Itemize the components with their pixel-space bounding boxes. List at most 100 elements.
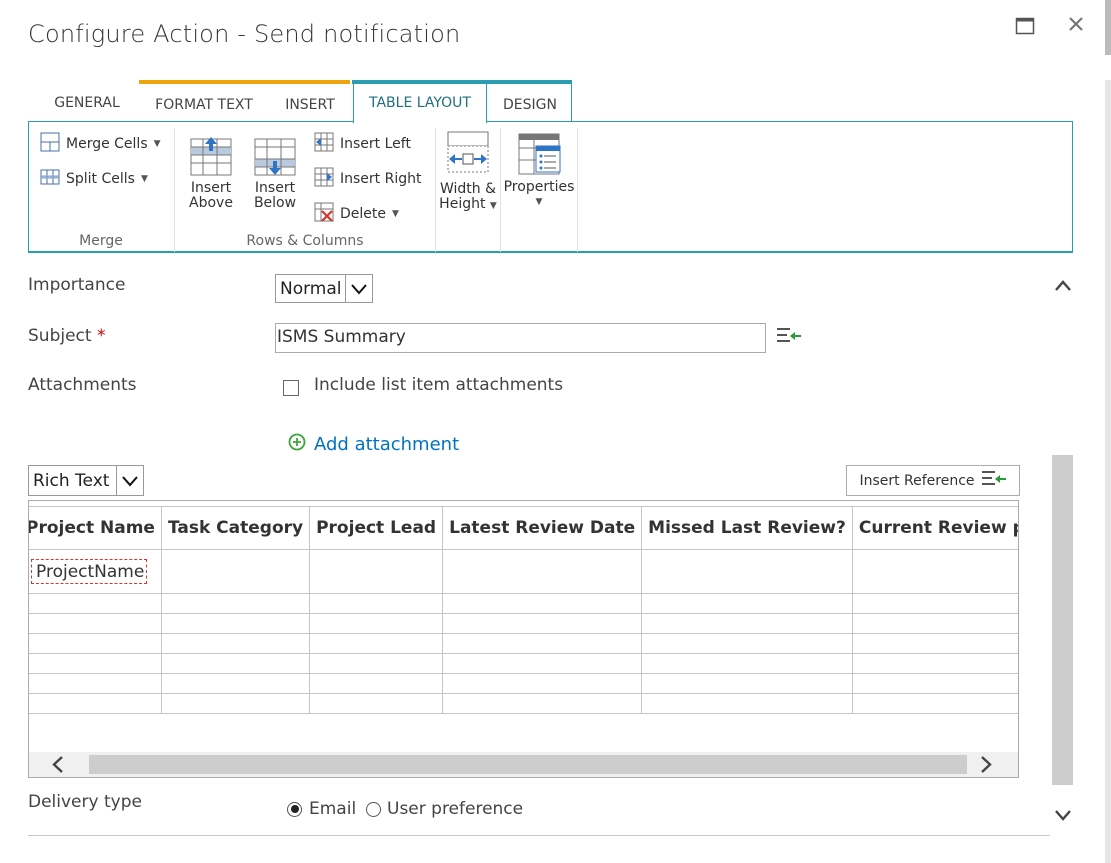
chevron-up-icon[interactable] — [1052, 275, 1074, 299]
table-cell[interactable] — [442, 693, 643, 714]
table-cell[interactable] — [29, 613, 162, 634]
table-cell[interactable] — [442, 673, 643, 694]
table-header-missed-last-review[interactable]: Missed Last Review? — [641, 506, 853, 550]
email-radio[interactable] — [287, 801, 302, 817]
importance-value: Normal — [280, 278, 342, 299]
insert-right-button[interactable]: Insert Right — [314, 167, 421, 191]
table-row — [29, 593, 1018, 614]
table-cell[interactable] — [641, 693, 853, 714]
table-cell[interactable] — [641, 549, 853, 594]
table-cell[interactable] — [29, 593, 162, 614]
table-cell[interactable] — [851, 633, 1018, 654]
body-table[interactable]: Project Name Task Category Project Lead … — [29, 506, 1018, 714]
table-cell[interactable] — [29, 693, 162, 714]
table-cell[interactable] — [160, 633, 311, 654]
table-cell[interactable] — [442, 593, 643, 614]
width-height-button[interactable]: Width & Height ▼ — [437, 130, 499, 214]
add-attachment-link[interactable]: Add attachment — [288, 433, 459, 455]
table-header-latest-review-date[interactable]: Latest Review Date — [442, 506, 643, 550]
table-cell[interactable] — [851, 653, 1018, 674]
scrollbar-thumb[interactable] — [89, 755, 967, 774]
table-cell[interactable] — [309, 653, 444, 674]
insert-above-label-2: Above — [189, 195, 233, 211]
insert-reference-button[interactable]: Insert Reference — [846, 465, 1020, 496]
chevron-right-icon[interactable] — [979, 752, 993, 777]
table-cell[interactable]: ProjectName — [29, 549, 162, 594]
table-cell[interactable] — [160, 549, 311, 594]
table-cell[interactable] — [442, 633, 643, 654]
chevron-down-icon: ▼ — [153, 139, 161, 149]
subject-input[interactable]: ISMS Summary — [275, 323, 766, 353]
table-cell[interactable] — [160, 653, 311, 674]
table-header-task-category[interactable]: Task Category — [160, 506, 311, 550]
table-cell[interactable] — [851, 549, 1018, 594]
tab-format-text[interactable]: FORMAT TEXT — [139, 82, 269, 123]
table-cell[interactable] — [442, 549, 643, 594]
table-cell[interactable] — [309, 673, 444, 694]
tab-insert[interactable]: INSERT — [270, 82, 350, 123]
close-icon[interactable] — [1066, 14, 1086, 39]
table-cell[interactable] — [641, 653, 853, 674]
table-cell[interactable] — [641, 633, 853, 654]
page-scrollbar-thumb[interactable] — [1105, 0, 1111, 55]
table-cell[interactable] — [442, 613, 643, 634]
table-cell[interactable] — [29, 633, 162, 654]
user-preference-radio[interactable] — [366, 801, 381, 817]
delete-table-icon — [314, 202, 334, 226]
table-cell[interactable] — [442, 653, 643, 674]
project-name-field-token[interactable]: ProjectName — [31, 559, 148, 584]
width-height-label-1: Width & — [439, 181, 497, 197]
insert-left-button[interactable]: Insert Left — [314, 132, 411, 156]
table-cell[interactable] — [309, 633, 444, 654]
table-cell[interactable] — [29, 673, 162, 694]
delivery-email-option[interactable]: Email — [287, 799, 356, 819]
split-cells-label: Split Cells — [66, 171, 135, 187]
table-cell[interactable] — [309, 693, 444, 714]
insert-above-icon — [189, 137, 233, 181]
table-cell[interactable] — [309, 593, 444, 614]
tab-general[interactable]: GENERAL — [42, 80, 132, 121]
table-cell[interactable] — [851, 593, 1018, 614]
delivery-user-preference-option[interactable]: User preference — [366, 799, 523, 819]
importance-select[interactable]: Normal — [275, 274, 373, 303]
table-cell[interactable] — [29, 653, 162, 674]
scrollbar-thumb[interactable] — [1052, 455, 1073, 785]
maximize-icon[interactable] — [1015, 16, 1035, 40]
insert-below-icon — [253, 138, 297, 181]
table-cell[interactable] — [160, 673, 311, 694]
tab-design[interactable]: DESIGN — [488, 82, 572, 123]
table-cell[interactable] — [851, 693, 1018, 714]
table-cell[interactable] — [160, 693, 311, 714]
table-cell[interactable] — [641, 613, 853, 634]
table-cell[interactable] — [309, 549, 444, 594]
table-header-project-name[interactable]: Project Name — [29, 506, 162, 550]
table-cell[interactable] — [641, 673, 853, 694]
insert-above-label-1: Insert — [190, 180, 232, 196]
include-attachments-checkbox[interactable] — [283, 380, 299, 396]
editor-horizontal-scrollbar[interactable] — [29, 752, 1018, 777]
ribbon-divider — [435, 128, 436, 252]
chevron-down-icon[interactable] — [1052, 804, 1074, 828]
body-format-select[interactable]: Rich Text — [28, 465, 144, 496]
table-cell[interactable] — [851, 613, 1018, 634]
table-cell[interactable] — [160, 593, 311, 614]
split-cells-button[interactable]: Split Cells ▼ — [40, 167, 148, 191]
chevron-left-icon[interactable] — [51, 752, 65, 777]
merge-cells-button[interactable]: Merge Cells ▼ — [40, 132, 161, 156]
table-header-current-review-period[interactable]: Current Review period — [851, 506, 1018, 550]
ribbon-group-label-merge: Merge — [79, 233, 123, 249]
dialog-title: Configure Action - Send notification — [28, 20, 461, 48]
message-body-editor[interactable]: Project Name Task Category Project Lead … — [28, 500, 1019, 778]
insert-reference-icon[interactable] — [776, 326, 802, 350]
table-cell[interactable] — [641, 593, 853, 614]
tab-table-layout[interactable]: TABLE LAYOUT — [353, 80, 487, 123]
insert-above-button[interactable]: Insert Above — [186, 135, 236, 211]
properties-button[interactable]: Properties ▼ — [503, 130, 575, 210]
table-header-project-lead[interactable]: Project Lead — [309, 506, 444, 550]
table-cell[interactable] — [309, 613, 444, 634]
insert-below-button[interactable]: Insert Below — [250, 135, 300, 211]
table-cell[interactable] — [160, 613, 311, 634]
delivery-type-label: Delivery type — [28, 792, 142, 812]
table-cell[interactable] — [851, 673, 1018, 694]
delete-button[interactable]: Delete ▼ — [314, 202, 399, 226]
